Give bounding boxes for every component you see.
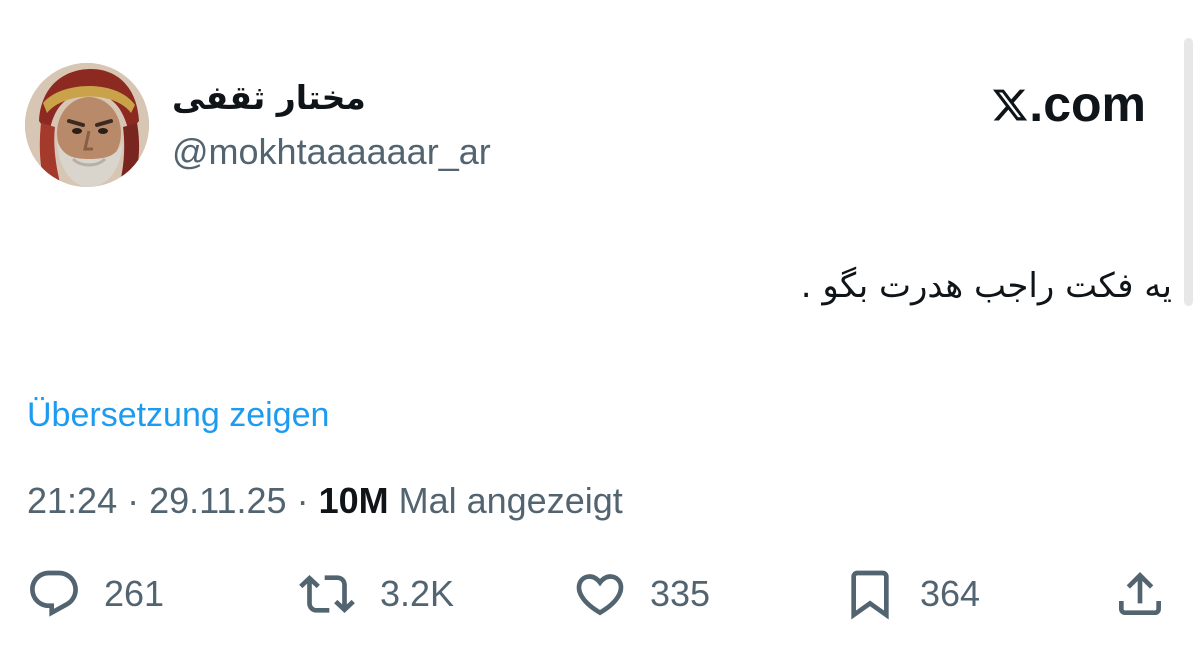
share-button[interactable]: [1112, 566, 1168, 622]
meta-separator: ·: [117, 480, 150, 521]
user-handle[interactable]: @mokhtaaaaaar_ar: [172, 130, 491, 174]
views-label: Mal angezeigt: [388, 480, 623, 521]
scrollbar[interactable]: [1184, 38, 1193, 306]
x-logo-icon: [993, 89, 1028, 121]
avatar-photo: [25, 63, 149, 187]
views-count[interactable]: 10M: [319, 480, 389, 521]
heart-icon: [576, 574, 624, 616]
display-name[interactable]: مختار ثقفی: [172, 76, 366, 120]
repost-icon: [299, 575, 355, 613]
bookmark-icon: [851, 570, 889, 620]
like-button[interactable]: 335: [572, 566, 710, 622]
repost-button[interactable]: 3.2K: [296, 566, 454, 622]
site-mark: .com: [991, 76, 1146, 132]
reply-icon: [30, 570, 78, 617]
tweet-meta: 21:24 · 29.11.25 · 10M Mal angezeigt: [27, 479, 623, 523]
like-count: 335: [650, 573, 711, 614]
site-domain-text: .com: [1029, 76, 1146, 132]
tweet-time[interactable]: 21:24: [27, 480, 117, 521]
share-icon: [1119, 572, 1161, 615]
show-translation-link[interactable]: Übersetzung zeigen: [27, 394, 329, 436]
meta-separator: ·: [286, 480, 319, 521]
repost-count: 3.2K: [380, 573, 455, 614]
avatar[interactable]: [25, 63, 149, 187]
tweet-text: یه فکت راجب هدرت بگو .: [800, 266, 1172, 306]
bookmark-button[interactable]: 364: [842, 566, 980, 622]
reply-button[interactable]: 261: [26, 566, 164, 622]
tweet-date[interactable]: 29.11.25: [149, 480, 286, 521]
bookmark-count: 364: [920, 573, 981, 614]
reply-count: 261: [104, 573, 165, 614]
